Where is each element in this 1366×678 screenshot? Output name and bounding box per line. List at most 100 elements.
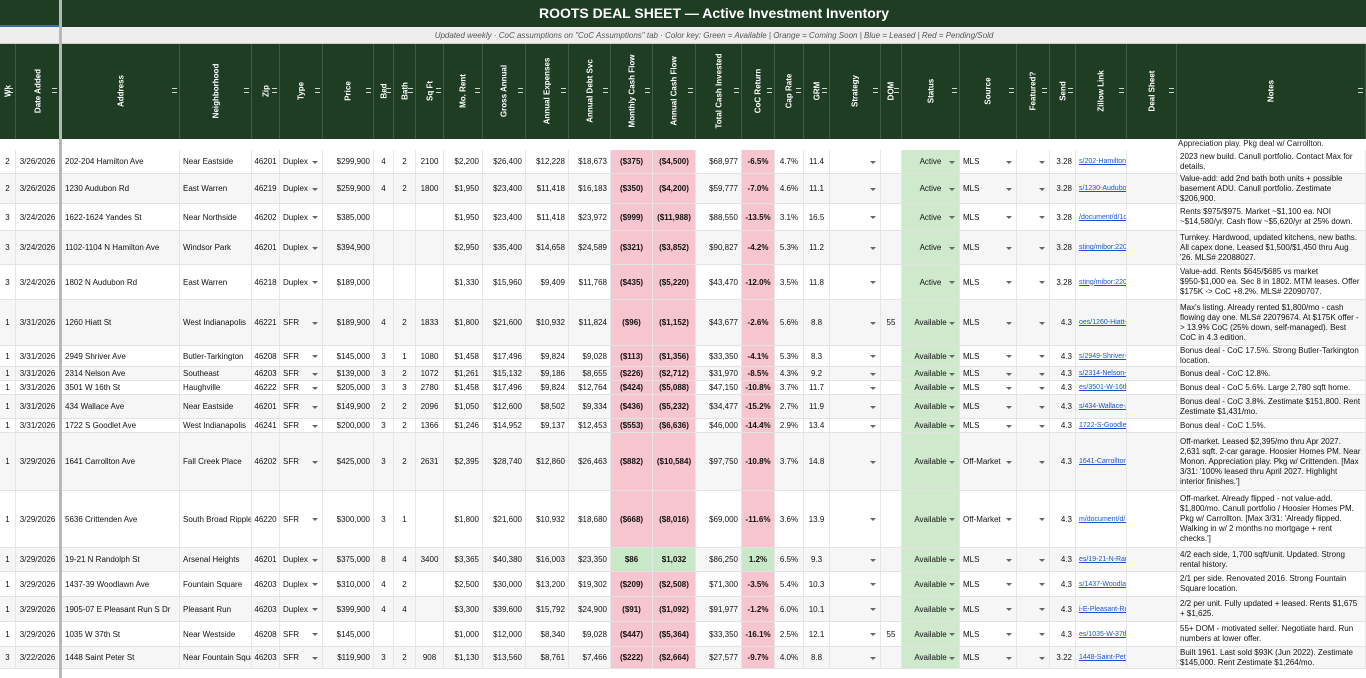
- cell-coc[interactable]: -4.2%: [742, 231, 775, 264]
- cell-cash[interactable]: $59,777: [696, 174, 742, 203]
- cell-cap[interactable]: 2.5%: [775, 622, 804, 646]
- cell-cap[interactable]: 2.7%: [775, 395, 804, 418]
- cell-strategy[interactable]: [830, 204, 881, 230]
- cell-grm[interactable]: 12.1: [804, 622, 830, 646]
- cell-status[interactable]: Available: [902, 367, 960, 380]
- cell-debt[interactable]: $23,972: [569, 204, 611, 230]
- cell-zip[interactable]: 46218: [252, 265, 280, 299]
- cell-sqft[interactable]: 1366: [416, 419, 444, 432]
- cell-zillow[interactable]: 1448-Saint-Peter-St-Indianapolis-I: [1076, 647, 1127, 668]
- cell-notes[interactable]: Bonus deal - CoC 1.5%.: [1177, 419, 1366, 432]
- cell-mcf[interactable]: ($435): [611, 265, 653, 299]
- cell-cash[interactable]: $27,577: [696, 647, 742, 668]
- cell-coc[interactable]: -4.1%: [742, 346, 775, 366]
- cell-price[interactable]: $300,000: [323, 491, 374, 547]
- cell-mcf[interactable]: ($447): [611, 622, 653, 646]
- chevron-down-icon[interactable]: [312, 321, 318, 325]
- cell-wk[interactable]: 1: [0, 491, 16, 547]
- cell-wk[interactable]: 1: [0, 381, 16, 394]
- cell-status[interactable]: Available: [902, 433, 960, 490]
- cell-zillow[interactable]: sting/mibor:22090eANI9Ae9dqDPe: [1076, 265, 1127, 299]
- cell-wk[interactable]: 3: [0, 265, 16, 299]
- cell-notes[interactable]: 55+ DOM - motivated seller. Negotiate ha…: [1177, 622, 1366, 646]
- chevron-down-icon[interactable]: [949, 321, 955, 325]
- cell-status[interactable]: Available: [902, 381, 960, 394]
- cell-cash[interactable]: $68,977: [696, 150, 742, 173]
- column-header-cash[interactable]: Total Cash Invested: [696, 44, 742, 139]
- cell-featured[interactable]: [1017, 433, 1050, 490]
- cell-rent[interactable]: $1,246: [444, 419, 483, 432]
- chevron-down-icon[interactable]: [1039, 187, 1045, 191]
- cell-type[interactable]: SFR: [280, 622, 323, 646]
- cell-sqft[interactable]: [416, 622, 444, 646]
- cell-wk[interactable]: 3: [0, 231, 16, 264]
- cell-bath[interactable]: [394, 231, 416, 264]
- cell-zillow[interactable]: s/1437-Woodlawn-Ave-Indianapolis: [1076, 572, 1127, 596]
- cell-acf[interactable]: $1,032: [653, 548, 696, 571]
- column-header-zip[interactable]: Zip: [252, 44, 280, 139]
- chevron-down-icon[interactable]: [1006, 656, 1012, 660]
- chevron-down-icon[interactable]: [312, 558, 318, 562]
- cell-acf[interactable]: ($1,092): [653, 597, 696, 621]
- cell-gross[interactable]: $12,600: [483, 395, 526, 418]
- cell-source[interactable]: MLS: [960, 381, 1017, 394]
- chevron-down-icon[interactable]: [1039, 656, 1045, 660]
- cell-bed[interactable]: 4: [374, 572, 394, 596]
- cell-notes[interactable]: 2023 new build. Canull portfolio. Contac…: [1177, 150, 1366, 173]
- filter-icon[interactable]: [561, 88, 566, 93]
- chevron-down-icon[interactable]: [1039, 281, 1045, 284]
- cell-notes[interactable]: Bonus deal - CoC 12.8%.: [1177, 367, 1366, 380]
- cell-mcf[interactable]: ($668): [611, 491, 653, 547]
- chevron-down-icon[interactable]: [312, 386, 318, 390]
- cell-zip[interactable]: 46201: [252, 231, 280, 264]
- cell-date[interactable]: 3/31/2026: [16, 367, 60, 380]
- cell-dom[interactable]: [881, 647, 902, 668]
- cell-cap[interactable]: 6.0%: [775, 597, 804, 621]
- chevron-down-icon[interactable]: [1039, 386, 1045, 390]
- cell-zillow[interactable]: s/202-Hamilton-Ave-Indianapolis-IN: [1076, 150, 1127, 173]
- cell-bed[interactable]: 3: [374, 346, 394, 366]
- cell-deal[interactable]: [1127, 204, 1177, 230]
- cell-expenses[interactable]: $9,824: [526, 346, 569, 366]
- chevron-down-icon[interactable]: [870, 372, 876, 376]
- cell-type[interactable]: SFR: [280, 433, 323, 490]
- cell-acf[interactable]: ($5,232): [653, 395, 696, 418]
- cell-debt[interactable]: $9,028: [569, 346, 611, 366]
- cell-bath[interactable]: 2: [394, 572, 416, 596]
- filter-icon[interactable]: [645, 88, 650, 93]
- cell-acf[interactable]: ($8,016): [653, 491, 696, 547]
- cell-sqft[interactable]: [416, 265, 444, 299]
- cell-deal[interactable]: [1127, 433, 1177, 490]
- cell-mcf[interactable]: ($436): [611, 395, 653, 418]
- cell-rent[interactable]: $2,950: [444, 231, 483, 264]
- cell-price[interactable]: $375,000: [323, 548, 374, 571]
- cell-zillow[interactable]: /document/d/1dsKAnOxYF5OTOp: [1076, 204, 1127, 230]
- cell-source[interactable]: MLS: [960, 150, 1017, 173]
- cell-grm[interactable]: 11.7: [804, 381, 830, 394]
- table-row[interactable]: 3 3/24/2026 1102-1104 N Hamilton Ave Windso…: [0, 231, 1366, 265]
- column-header-grm[interactable]: GRM: [804, 44, 830, 139]
- cell-strategy[interactable]: [830, 381, 881, 394]
- cell-bath[interactable]: [394, 622, 416, 646]
- cell-neighborhood[interactable]: East Warren: [180, 265, 252, 299]
- filter-icon[interactable]: [52, 88, 57, 93]
- cell-deal[interactable]: [1127, 597, 1177, 621]
- chevron-down-icon[interactable]: [1039, 372, 1045, 376]
- cell-deal[interactable]: [1127, 231, 1177, 264]
- cell-deal[interactable]: [1127, 419, 1177, 432]
- cell-sqft[interactable]: 1072: [416, 367, 444, 380]
- cell-grm[interactable]: 11.4: [804, 150, 830, 173]
- chevron-down-icon[interactable]: [949, 187, 955, 191]
- cell-zip[interactable]: 46203: [252, 367, 280, 380]
- cell-bath[interactable]: 1: [394, 346, 416, 366]
- column-header-wk[interactable]: Wk: [0, 44, 16, 139]
- cell-debt[interactable]: $9,334: [569, 395, 611, 418]
- cell-price[interactable]: $189,000: [323, 265, 374, 299]
- cell-wk[interactable]: 1: [0, 433, 16, 490]
- cell-neighborhood[interactable]: Arsenal Heights: [180, 548, 252, 571]
- cell-debt[interactable]: $24,589: [569, 231, 611, 264]
- chevron-down-icon[interactable]: [312, 246, 318, 250]
- cell-neighborhood[interactable]: South Broad Ripple: [180, 491, 252, 547]
- chevron-down-icon[interactable]: [312, 608, 318, 611]
- filter-icon[interactable]: [952, 88, 957, 93]
